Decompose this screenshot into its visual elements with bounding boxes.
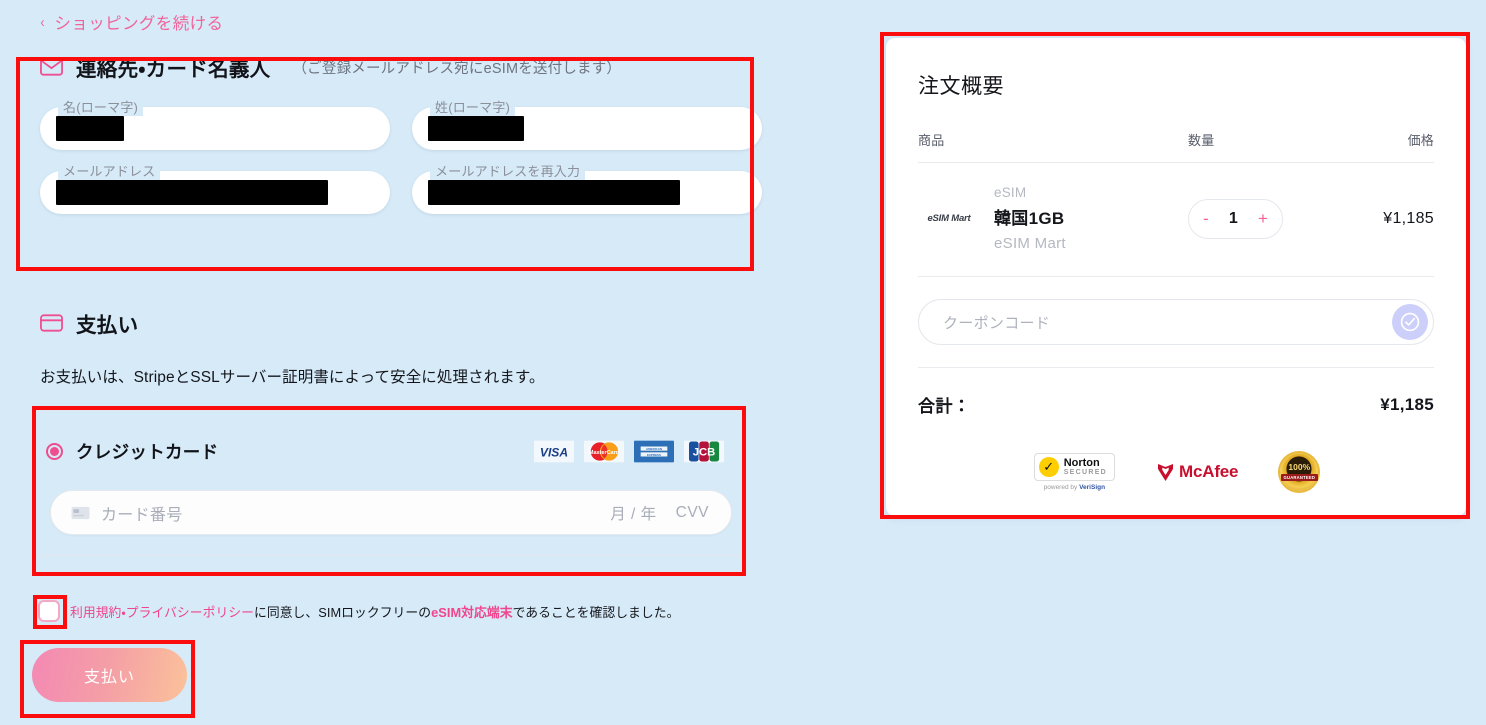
column-header-price: 価格 xyxy=(1407,133,1434,148)
product-category: eSIM xyxy=(994,185,1027,200)
order-summary-card: 注文概要 商品 数量 価格 eSIM Mart eSIM 韓国1GB eSIM … xyxy=(886,38,1466,516)
product-info: eSIM 韓国1GB eSIM Mart xyxy=(980,185,1188,252)
card-cvv-placeholder[interactable]: CVV xyxy=(676,504,709,522)
check-circle-icon[interactable] xyxy=(1392,304,1428,340)
payment-section-header: 支払い xyxy=(40,308,752,338)
stripe-security-note: お支払いは、StripeとSSLサーバー証明書によって安全に処理されます。 xyxy=(40,369,545,386)
terms-mid-text: に同意し、SIMロックフリーの xyxy=(254,604,432,620)
mcafee-badge: McAfee xyxy=(1157,462,1238,482)
svg-text:MasterCard: MasterCard xyxy=(589,450,619,456)
visa-logo-icon: VISA xyxy=(534,440,574,463)
email-confirm-field[interactable]: メールアドレスを再入力 xyxy=(412,161,762,214)
card-chip-icon xyxy=(71,506,90,520)
radio-selected-dot xyxy=(50,447,59,456)
card-brand-logos: VISA MasterCard AMERICAN EXPRESS JCB xyxy=(534,439,724,464)
credit-card-method-block: クレジットカード VISA MasterCard AMERICAN EXPRES… xyxy=(36,410,746,570)
quantity-value: 1 xyxy=(1228,209,1238,227)
card-number-placeholder: カード番号 xyxy=(101,506,183,524)
order-total-row: 合計： ¥1,185 xyxy=(918,368,1434,417)
quantity-stepper[interactable]: - 1 + xyxy=(1188,198,1283,239)
last-name-redaction xyxy=(428,116,524,141)
contact-section: 連絡先・カード名義人 （ご登録メールアドレス宛にeSIMを送付します） 名(ロー… xyxy=(18,52,762,272)
order-summary-title: 注文概要 xyxy=(918,75,1004,98)
order-total-value: ¥1,185 xyxy=(1380,394,1434,414)
email-label: メールアドレス xyxy=(58,161,161,180)
svg-text:AMERICAN: AMERICAN xyxy=(646,447,662,451)
mcafee-label: McAfee xyxy=(1179,462,1239,481)
mcafee-shield-icon xyxy=(1158,463,1174,481)
continue-shopping-link[interactable]: ‹ ショッピングを続ける xyxy=(40,10,223,34)
coupon-section: クーポンコード xyxy=(918,277,1434,367)
contact-section-header: 連絡先・カード名義人 （ご登録メールアドレス宛にeSIMを送付します） xyxy=(18,52,752,82)
product-vendor: eSIM Mart xyxy=(994,235,1066,252)
contact-field-grid: 名(ローマ字) 姓(ローマ字) メールアドレス メールアドレスを再入力 xyxy=(18,97,762,214)
guarantee-label: GUARANTEED xyxy=(1280,473,1319,481)
pay-button[interactable]: 支払い xyxy=(32,648,187,702)
contact-section-note: （ご登録メールアドレス宛にeSIMを送付します） xyxy=(292,60,622,77)
order-summary-table-header: 商品 数量 価格 xyxy=(918,130,1434,162)
mail-icon xyxy=(40,58,63,76)
last-name-label: 姓(ローマ字) xyxy=(430,97,516,116)
svg-text:JCB: JCB xyxy=(693,447,716,459)
quantity-decrease-button[interactable]: - xyxy=(1203,210,1209,227)
credit-card-icon xyxy=(40,314,63,332)
mastercard-logo-icon: MasterCard xyxy=(584,440,624,463)
verisign-brand: VeriSign xyxy=(1079,484,1106,491)
norton-check-icon: ✓ xyxy=(1038,457,1059,477)
terms-tail-text: であることを確認しました。 xyxy=(512,604,680,620)
continue-shopping-label: ショッピングを続ける xyxy=(54,15,224,33)
chevron-left-icon: ‹ xyxy=(40,13,46,31)
norton-footer-pre: powered by xyxy=(1043,484,1080,491)
payment-section-title: 支払い xyxy=(76,314,139,337)
contact-section-title: 連絡先・カード名義人 xyxy=(76,58,271,81)
esim-device-link[interactable]: eSIM対応端末 xyxy=(431,605,512,620)
product-name: 韓国1GB xyxy=(994,209,1065,228)
norton-badge-text: Norton SECURED xyxy=(1063,456,1108,477)
first-name-label: 名(ローマ字) xyxy=(58,97,144,116)
credit-card-label: クレジットカード xyxy=(76,442,219,462)
email-field[interactable]: メールアドレス xyxy=(40,161,390,214)
column-header-qty: 数量 xyxy=(1188,133,1215,148)
credit-card-option-row[interactable]: クレジットカード VISA MasterCard AMERICAN EXPRES… xyxy=(36,411,746,473)
quantity-increase-button[interactable]: + xyxy=(1258,210,1268,227)
norton-footer: powered by VeriSign xyxy=(1044,484,1105,491)
payment-section: 支払い お支払いは、StripeとSSLサーバー証明書によって安全に処理されます… xyxy=(40,308,752,387)
amex-logo-icon: AMERICAN EXPRESS xyxy=(634,440,674,463)
jcb-logo-icon: JCB xyxy=(684,440,724,463)
terms-privacy-link[interactable]: 利用規約・プライバシーポリシー xyxy=(70,605,254,620)
terms-agreement-row: 利用規約・プライバシーポリシーに同意し、SIMロックフリーのeSIM対応端末であ… xyxy=(38,600,738,622)
svg-text:EXPRESS: EXPRESS xyxy=(647,453,661,457)
column-header-item: 商品 xyxy=(918,133,945,148)
first-name-field[interactable]: 名(ローマ字) xyxy=(40,97,390,150)
terms-checkbox[interactable] xyxy=(38,600,60,622)
svg-text:VISA: VISA xyxy=(540,446,568,460)
norton-subtitle: SECURED xyxy=(1063,469,1108,477)
product-logo-text: eSIM Mart xyxy=(927,213,971,224)
guarantee-badge: 100% GUARANTEED xyxy=(1280,453,1319,491)
table-row: eSIM Mart eSIM 韓国1GB eSIM Mart - 1 + ¥1,… xyxy=(918,163,1434,276)
quantity-cell: - 1 + xyxy=(1188,198,1338,239)
credit-card-radio[interactable] xyxy=(46,443,63,460)
email-confirm-redaction xyxy=(428,180,680,205)
card-expiry-placeholder[interactable]: 月 / 年 xyxy=(610,502,656,524)
order-total-label: 合計： xyxy=(918,397,971,416)
last-name-field[interactable]: 姓(ローマ字) xyxy=(412,97,762,150)
product-logo: eSIM Mart xyxy=(918,213,980,224)
norton-badge-main: ✓ Norton SECURED xyxy=(1033,453,1116,481)
first-name-redaction xyxy=(56,116,124,141)
norton-secured-badge: ✓ Norton SECURED powered by VeriSign xyxy=(1033,453,1116,491)
card-number-input[interactable]: カード番号 月 / 年 CVV xyxy=(50,490,732,535)
trust-badges: ✓ Norton SECURED powered by VeriSign McA… xyxy=(918,453,1434,491)
checkout-left-column: ‹ ショッピングを続ける 連絡先・カード名義人 （ご登録メールアドレス宛にeSI… xyxy=(0,0,790,725)
norton-title: Norton xyxy=(1063,456,1100,469)
email-redaction xyxy=(56,180,328,205)
email-confirm-label: メールアドレスを再入力 xyxy=(430,161,586,180)
product-price: ¥1,185 xyxy=(1383,209,1434,227)
guarantee-percent: 100% xyxy=(1288,462,1311,473)
card-block-bottom-divider xyxy=(36,555,746,556)
coupon-placeholder: クーポンコード xyxy=(943,314,1051,332)
terms-text: 利用規約・プライバシーポリシーに同意し、SIMロックフリーのeSIM対応端末であ… xyxy=(70,602,679,621)
coupon-input[interactable]: クーポンコード xyxy=(918,299,1434,345)
